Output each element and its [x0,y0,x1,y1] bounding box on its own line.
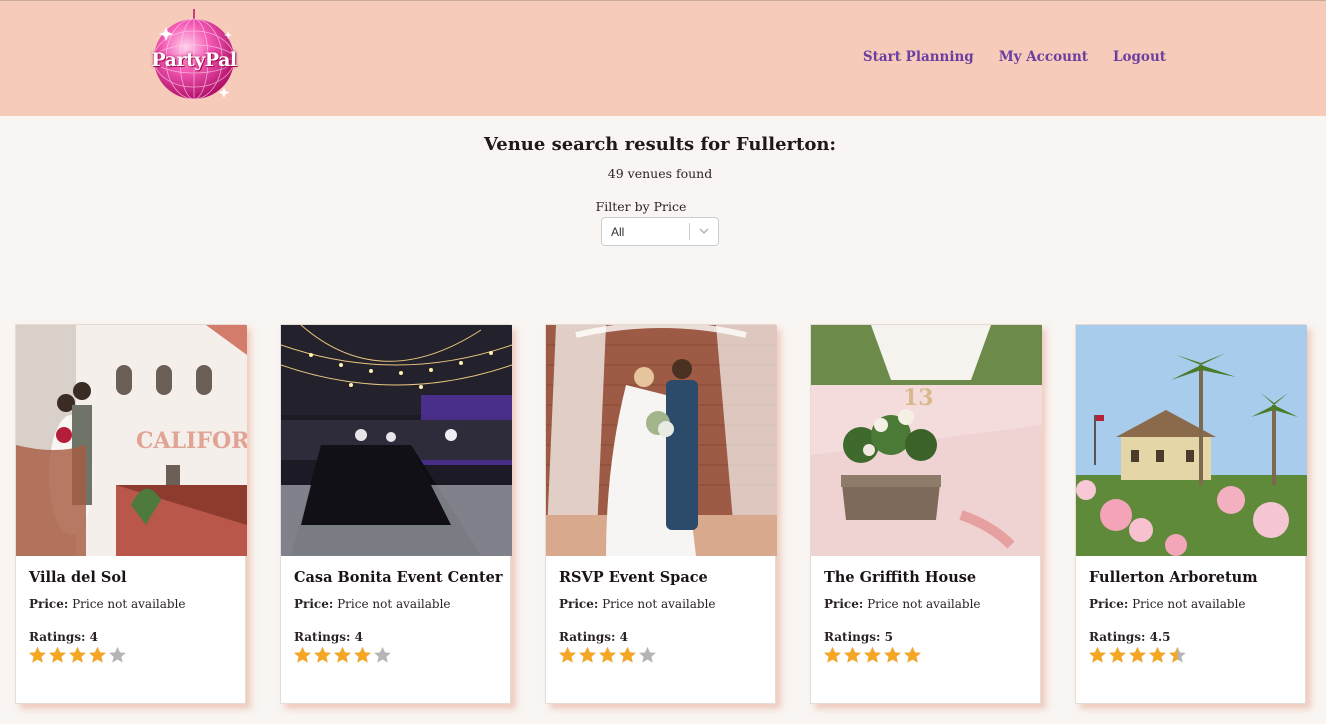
venue-card[interactable]: CALIFOR Villa del Sol Price: Price not a… [15,324,247,704]
price-label: Price: [824,597,864,611]
star-icon-filled [884,646,901,663]
price-value: Price not available [72,597,186,611]
star-rating [823,645,922,667]
star-icon-half [1169,646,1186,663]
price-label: Price: [1089,597,1129,611]
select-separator [689,223,690,240]
venue-card[interactable]: Fullerton Arboretum Price: Price not ava… [1075,324,1307,704]
star-icon-filled [89,646,106,663]
star-icon-filled [864,646,881,663]
star-rating [558,645,657,667]
venue-price: Price: Price not available [1089,597,1246,611]
price-label: Price: [294,597,334,611]
star-icon-filled [824,646,841,663]
star-icon-filled [619,646,636,663]
star-icon-filled [579,646,596,663]
price-filter-select[interactable]: All [601,217,719,246]
venue-price: Price: Price not available [29,597,186,611]
price-label: Price: [559,597,599,611]
venue-card-list: CALIFOR Villa del Sol Price: Price not a… [15,324,1315,724]
star-icon-filled [49,646,66,663]
price-label: Price: [29,597,69,611]
star-icon-filled [29,646,46,663]
star-rating [293,645,392,667]
venue-image[interactable]: CALIFOR [16,325,247,556]
svg-text:13: 13 [903,385,934,411]
svg-text:CALIFOR: CALIFOR [136,428,247,454]
venue-card[interactable]: RSVP Event Space Price: Price not availa… [545,324,777,704]
price-value: Price not available [867,597,981,611]
venue-name[interactable]: RSVP Event Space [559,569,708,586]
venue-name[interactable]: Villa del Sol [29,569,127,586]
venue-name[interactable]: Fullerton Arboretum [1089,569,1258,586]
venue-price: Price: Price not available [294,597,451,611]
star-icon-filled [599,646,616,663]
results-title: Venue search results for Fullerton: [483,134,837,155]
price-value: Price not available [1132,597,1246,611]
star-icon-filled [1149,646,1166,663]
star-icon-filled [69,646,86,663]
venue-image[interactable]: 13 [811,325,1042,556]
venue-image[interactable] [1076,325,1307,556]
star-icon-empty [374,646,391,663]
nav-start-planning[interactable]: Start Planning [863,49,974,65]
star-rating [28,645,127,667]
venue-price: Price: Price not available [824,597,981,611]
chevron-down-icon [699,228,709,235]
venue-name[interactable]: The Griffith House [824,569,976,586]
star-icon-filled [904,646,921,663]
venue-card[interactable]: Casa Bonita Event Center Price: Price no… [280,324,512,704]
star-icon-filled [1089,646,1106,663]
star-icon-empty [639,646,656,663]
star-icon-filled [314,646,331,663]
star-icon-filled [559,646,576,663]
nav-my-account[interactable]: My Account [999,49,1088,65]
venue-image[interactable] [546,325,777,556]
star-rating [1088,645,1187,667]
star-icon-filled [844,646,861,663]
nav-logout[interactable]: Logout [1113,49,1166,65]
site-header: PartyPal Start Planning My Account Logou… [0,0,1326,116]
venue-rating-text: Ratings: 5 [824,630,893,644]
results-count: 49 venues found [607,166,713,181]
venue-image[interactable] [281,325,512,556]
partypal-logo[interactable]: PartyPal [146,9,242,105]
star-icon-empty [109,646,126,663]
star-icon-filled [334,646,351,663]
filter-label: Filter by Price [595,199,687,214]
star-icon-filled [1129,646,1146,663]
venue-rating-text: Ratings: 4.5 [1089,630,1171,644]
star-icon-filled [354,646,371,663]
price-filter-value: All [611,225,625,239]
venue-rating-text: Ratings: 4 [294,630,363,644]
venue-rating-text: Ratings: 4 [29,630,98,644]
star-icon-filled [294,646,311,663]
logo-text: PartyPal [151,49,237,71]
price-value: Price not available [337,597,451,611]
price-value: Price not available [602,597,716,611]
venue-name[interactable]: Casa Bonita Event Center [294,569,503,586]
venue-rating-text: Ratings: 4 [559,630,628,644]
star-icon-filled [1109,646,1126,663]
venue-card[interactable]: 13 The Griffith House Price: Price not a… [810,324,1042,704]
venue-price: Price: Price not available [559,597,716,611]
main-nav: Start Planning My Account Logout [863,49,1166,65]
